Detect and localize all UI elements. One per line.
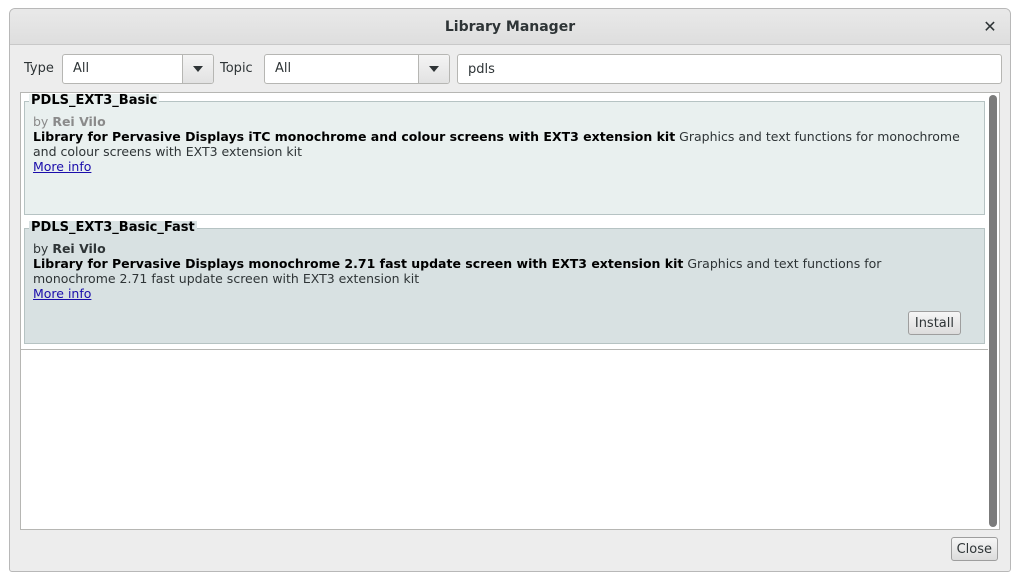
library-details: by Rei Vilo Library for Pervasive Displa… [33,241,963,301]
chevron-down-icon [193,66,203,72]
library-list[interactable]: PDLS_EXT3_Basic by Rei Vilo Library for … [20,92,1000,530]
library-title: Library for Pervasive Displays monochrom… [33,256,684,271]
library-details: by Rei Vilo Library for Pervasive Displa… [33,114,963,174]
install-button[interactable]: Install [907,311,961,335]
close-icon[interactable]: ✕ [978,15,1002,39]
by-prefix: by [33,114,49,129]
title-bar: Library Manager ✕ [10,9,1010,45]
library-name: PDLS_EXT3_Basic_Fast [29,220,197,235]
library-name: PDLS_EXT3_Basic [29,93,160,108]
list-divider [21,349,988,350]
scrollbar[interactable] [989,95,997,527]
type-label: Type [24,61,54,76]
author-name: Rei Vilo [52,241,106,256]
type-dropdown[interactable]: All [62,54,214,84]
search-input[interactable] [457,54,1002,84]
author-name: Rei Vilo [52,114,106,129]
by-prefix: by [33,241,49,256]
more-info-link[interactable]: More info [33,286,91,301]
filter-bar: Type All Topic All [22,54,1002,84]
window-title: Library Manager [444,19,576,35]
topic-label: Topic [220,61,253,76]
library-description: Library for Pervasive Displays monochrom… [33,256,963,286]
author-line: by Rei Vilo [33,241,963,256]
library-manager-window: Library Manager ✕ Type All Topic All PDL… [9,8,1011,572]
close-button[interactable]: Close [950,537,998,561]
list-item[interactable]: PDLS_EXT3_Basic_Fast by Rei Vilo Library… [22,221,987,347]
topic-dropdown-value: All [275,61,292,76]
list-item[interactable]: PDLS_EXT3_Basic by Rei Vilo Library for … [22,94,987,218]
topic-dropdown[interactable]: All [264,54,450,84]
scrollbar-thumb[interactable] [989,95,997,527]
topic-dropdown-button[interactable] [418,55,449,83]
library-description: Library for Pervasive Displays iTC monoc… [33,129,963,159]
more-info-link[interactable]: More info [33,159,91,174]
library-title: Library for Pervasive Displays iTC monoc… [33,129,676,144]
chevron-down-icon [429,66,439,72]
type-dropdown-button[interactable] [182,55,213,83]
type-dropdown-value: All [73,61,90,76]
author-line: by Rei Vilo [33,114,963,129]
